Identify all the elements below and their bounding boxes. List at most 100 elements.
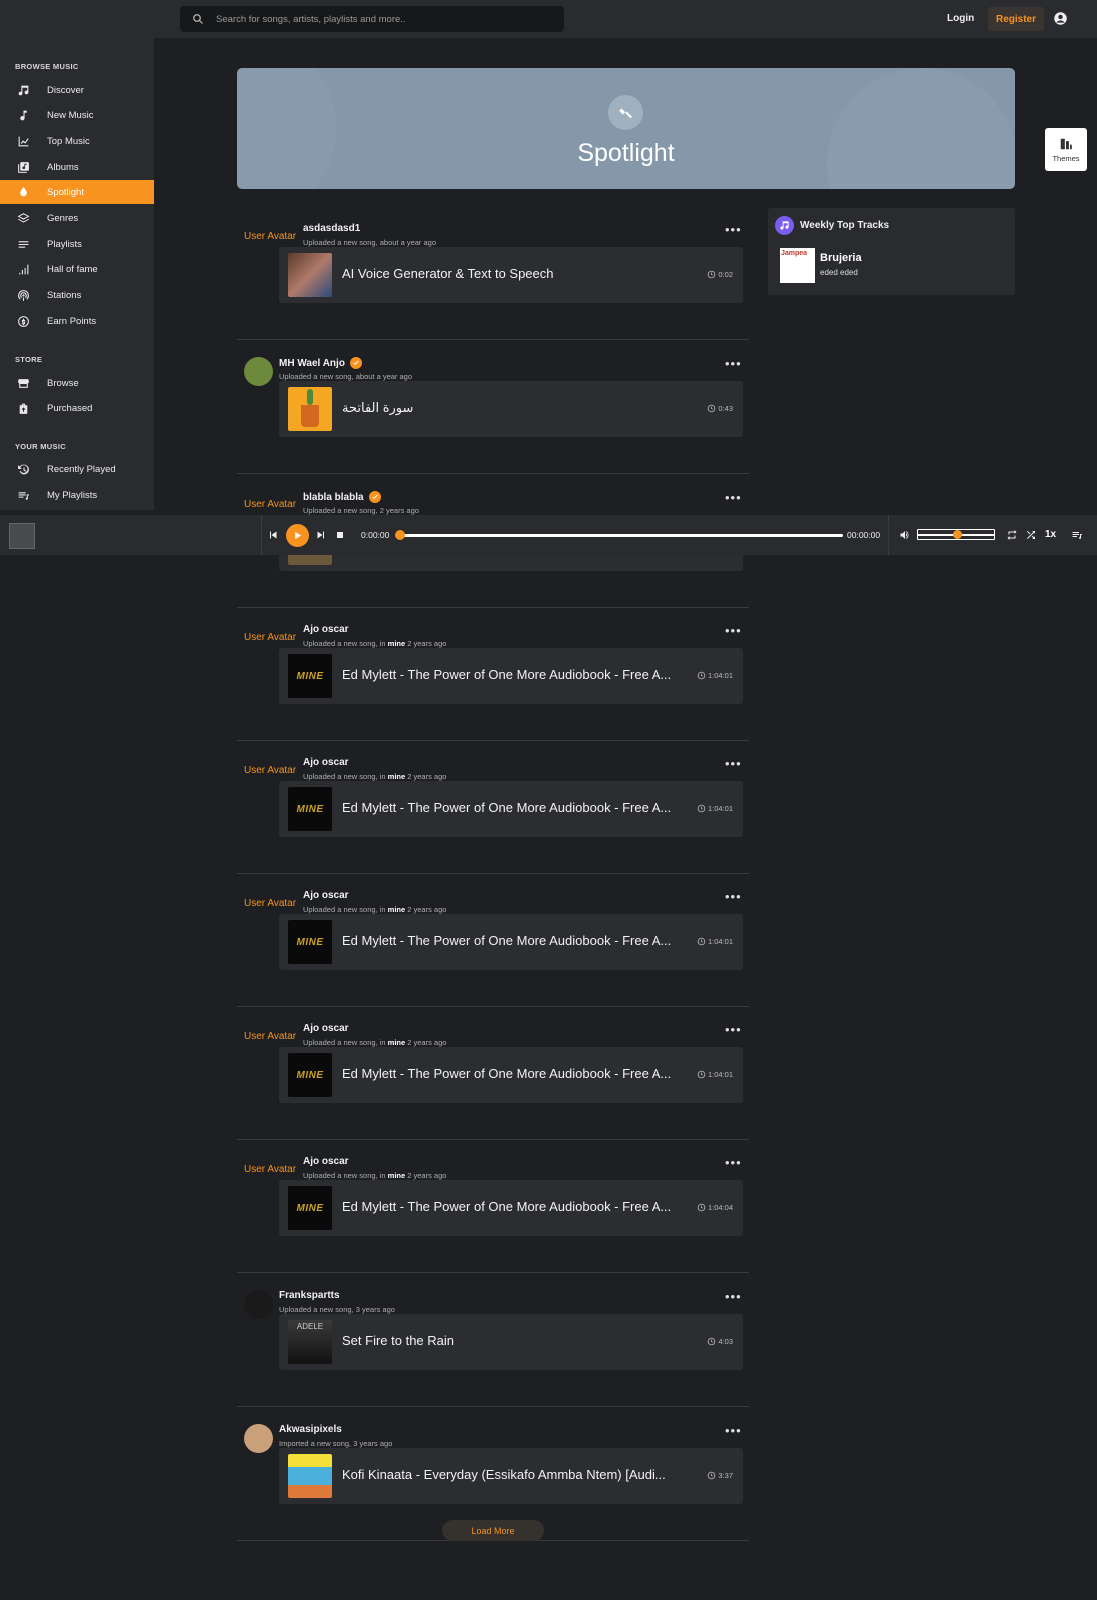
track-cover[interactable]: [288, 1454, 332, 1498]
post-username[interactable]: MH Wael Anjo: [279, 357, 362, 369]
username-text[interactable]: blabla blabla: [303, 492, 364, 503]
sidebar-item-spotlight[interactable]: Spotlight: [0, 180, 154, 204]
sidebar-item-my-playlists[interactable]: My Playlists: [0, 483, 154, 507]
track-cover[interactable]: ADELE: [288, 1320, 332, 1364]
search-input[interactable]: [216, 13, 546, 25]
queue-button[interactable]: [1070, 528, 1084, 542]
username-text[interactable]: MH Wael Anjo: [279, 358, 345, 369]
album-link[interactable]: mine: [388, 639, 406, 648]
sidebar-item-stations[interactable]: Stations: [0, 283, 154, 307]
sidebar-item-browse[interactable]: Browse: [0, 371, 154, 395]
track-card[interactable]: MINE Ed Mylett - The Power of One More A…: [279, 914, 743, 970]
track-artist[interactable]: eded eded: [820, 268, 858, 277]
themes-button[interactable]: Themes: [1045, 128, 1087, 171]
sidebar-item-genres[interactable]: Genres: [0, 206, 154, 230]
stop-button[interactable]: [333, 528, 347, 542]
post-username[interactable]: Akwasipixels: [279, 1424, 342, 1435]
post-username[interactable]: Ajo oscar: [303, 890, 349, 901]
previous-button[interactable]: [266, 528, 280, 542]
more-options-button[interactable]: •••: [725, 357, 742, 370]
album-link[interactable]: mine: [388, 905, 406, 914]
more-options-button[interactable]: •••: [725, 1290, 742, 1303]
track-title[interactable]: Ed Mylett - The Power of One More Audiob…: [342, 800, 671, 815]
playback-speed[interactable]: 1x: [1045, 529, 1056, 540]
more-options-button[interactable]: •••: [725, 757, 742, 770]
register-button[interactable]: Register: [988, 7, 1044, 31]
sidebar-item-discover[interactable]: Discover: [0, 78, 154, 102]
username-text[interactable]: Ajo oscar: [303, 757, 349, 768]
search-box[interactable]: [180, 6, 564, 32]
avatar-alt-text[interactable]: User Avatar: [244, 765, 302, 776]
track-card[interactable]: AI Voice Generator & Text to Speech 0:02: [279, 247, 743, 303]
track-cover[interactable]: MINE: [288, 920, 332, 964]
progress-handle[interactable]: [395, 530, 405, 540]
volume-handle[interactable]: [953, 530, 962, 539]
progress-bar[interactable]: [395, 530, 843, 540]
track-card[interactable]: MINE Ed Mylett - The Power of One More A…: [279, 781, 743, 837]
sidebar-item-recently-played[interactable]: Recently Played: [0, 457, 154, 481]
track-card[interactable]: ADELE Set Fire to the Rain 4:03: [279, 1314, 743, 1370]
album-link[interactable]: mine: [388, 772, 406, 781]
volume-slider[interactable]: [917, 529, 995, 540]
post-username[interactable]: Ajo oscar: [303, 1156, 349, 1167]
avatar[interactable]: [244, 1424, 273, 1453]
track-title[interactable]: Brujeria: [820, 252, 862, 264]
user-account-icon[interactable]: [1053, 11, 1068, 26]
track-card[interactable]: سورة الفاتحة 0:43: [279, 381, 743, 437]
avatar-alt-text[interactable]: User Avatar: [244, 231, 302, 242]
track-title[interactable]: AI Voice Generator & Text to Speech: [342, 266, 554, 281]
track-cover[interactable]: MINE: [288, 1186, 332, 1230]
track-cover[interactable]: MINE: [288, 654, 332, 698]
sidebar-item-playlists[interactable]: Playlists: [0, 232, 154, 256]
sidebar-item-hall-of-fame[interactable]: Hall of fame: [0, 257, 154, 281]
post-username[interactable]: Ajo oscar: [303, 1023, 349, 1034]
track-title[interactable]: Ed Mylett - The Power of One More Audiob…: [342, 1199, 671, 1214]
sidebar-item-new-music[interactable]: New Music: [0, 103, 154, 127]
login-link[interactable]: Login: [947, 13, 974, 24]
avatar-alt-text[interactable]: User Avatar: [244, 898, 302, 909]
track-cover[interactable]: [288, 253, 332, 297]
username-text[interactable]: Ajo oscar: [303, 1156, 349, 1167]
track-title[interactable]: Set Fire to the Rain: [342, 1333, 454, 1348]
avatar[interactable]: [244, 357, 273, 386]
volume-button[interactable]: [898, 528, 912, 542]
shuffle-button[interactable]: [1024, 528, 1038, 542]
track-title[interactable]: سورة الفاتحة: [342, 400, 413, 416]
more-options-button[interactable]: •••: [725, 491, 742, 504]
track-card[interactable]: MINE Ed Mylett - The Power of One More A…: [279, 1047, 743, 1103]
track-card[interactable]: Kofi Kinaata - Everyday (Essikafo Ammba …: [279, 1448, 743, 1504]
sidebar-item-purchased[interactable]: Purchased: [0, 396, 154, 420]
repeat-button[interactable]: [1005, 528, 1019, 542]
track-cover[interactable]: MINE: [288, 787, 332, 831]
post-username[interactable]: Frankspartts: [279, 1290, 340, 1301]
more-options-button[interactable]: •••: [725, 890, 742, 903]
more-options-button[interactable]: •••: [725, 1424, 742, 1437]
post-username[interactable]: asdasdasd1: [303, 223, 360, 234]
post-username[interactable]: blabla blabla: [303, 491, 381, 503]
avatar-alt-text[interactable]: User Avatar: [244, 1031, 302, 1042]
track-cover[interactable]: [288, 387, 332, 431]
avatar-alt-text[interactable]: User Avatar: [244, 499, 302, 510]
username-text[interactable]: Akwasipixels: [279, 1424, 342, 1435]
album-link[interactable]: mine: [388, 1171, 406, 1180]
track-title[interactable]: Kofi Kinaata - Everyday (Essikafo Ammba …: [342, 1467, 666, 1482]
track-title[interactable]: Ed Mylett - The Power of One More Audiob…: [342, 1066, 671, 1081]
avatar[interactable]: [244, 1290, 273, 1319]
username-text[interactable]: Ajo oscar: [303, 1023, 349, 1034]
username-text[interactable]: asdasdasd1: [303, 223, 360, 234]
sidebar-item-top-music[interactable]: Top Music: [0, 129, 154, 153]
sidebar-item-albums[interactable]: Albums: [0, 155, 154, 179]
now-playing-cover[interactable]: [9, 523, 35, 549]
album-link[interactable]: mine: [388, 1038, 406, 1047]
load-more-button[interactable]: Load More: [442, 1520, 544, 1541]
more-options-button[interactable]: •••: [725, 223, 742, 236]
next-button[interactable]: [314, 528, 328, 542]
track-cover[interactable]: MINE: [288, 1053, 332, 1097]
avatar-alt-text[interactable]: User Avatar: [244, 632, 302, 643]
sidebar-item-earn-points[interactable]: Earn Points: [0, 309, 154, 333]
username-text[interactable]: Ajo oscar: [303, 890, 349, 901]
track-card[interactable]: MINE Ed Mylett - The Power of One More A…: [279, 1180, 743, 1236]
avatar-alt-text[interactable]: User Avatar: [244, 1164, 302, 1175]
track-title[interactable]: Ed Mylett - The Power of One More Audiob…: [342, 667, 671, 682]
more-options-button[interactable]: •••: [725, 1023, 742, 1036]
